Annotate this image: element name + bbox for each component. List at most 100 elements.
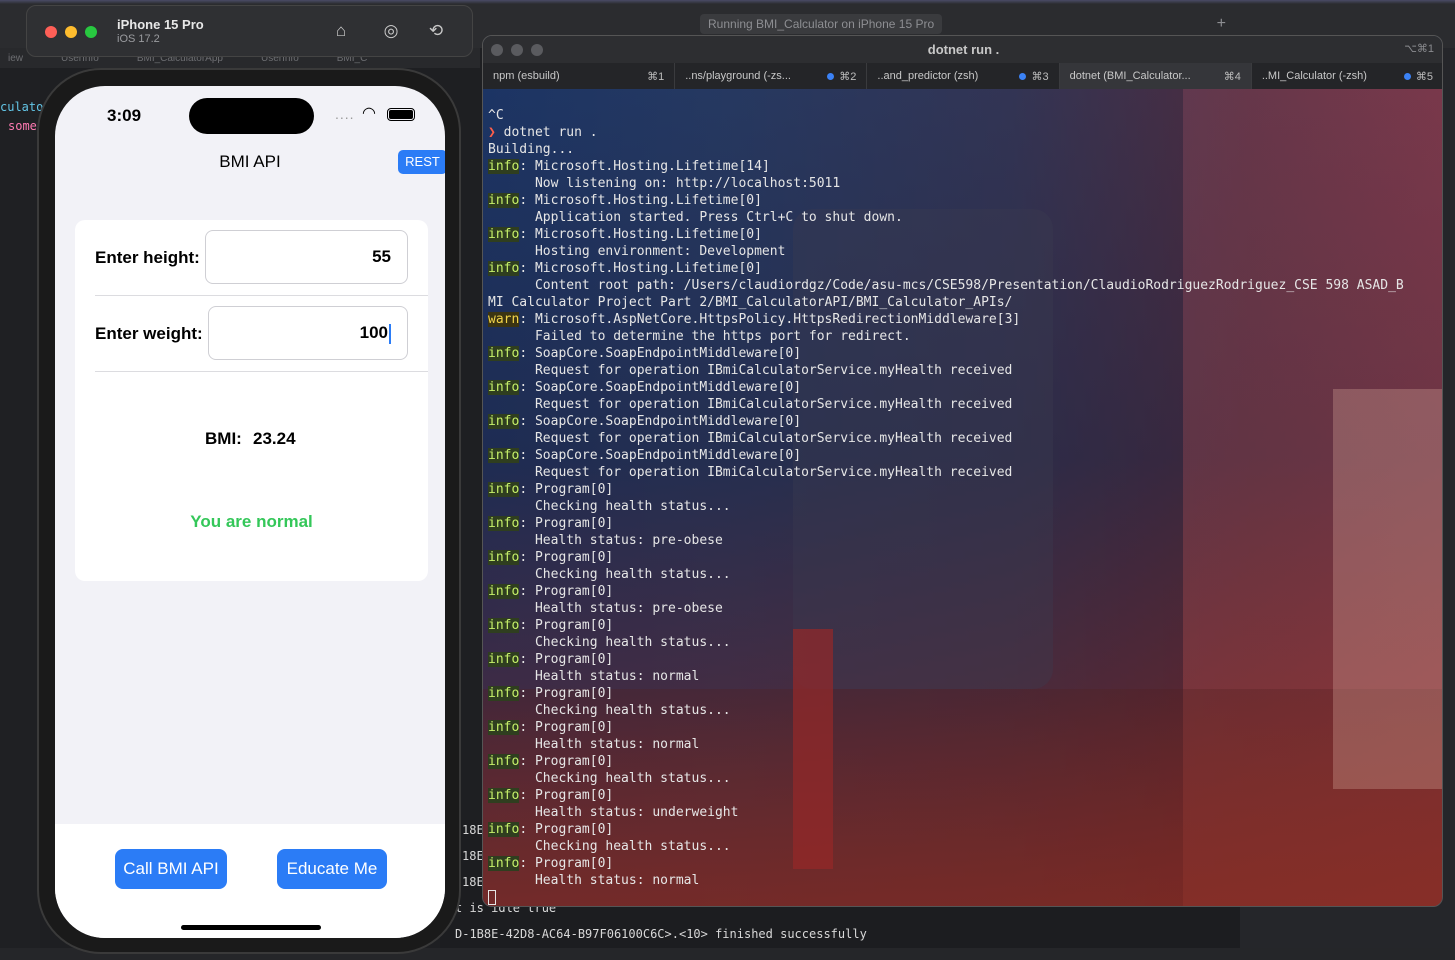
terminal-line — [488, 889, 1404, 906]
terminal-line: Checking health status... — [488, 703, 731, 718]
xcode-title-bar: Running BMI_Calculator on iPhone 15 Pro … — [470, 14, 1242, 34]
terminal-line: ❯ dotnet run . — [488, 125, 598, 140]
terminal-tab-label: ..ns/playground (-zs... — [685, 70, 791, 82]
log-level-badge: info — [488, 686, 520, 701]
terminal-tab-shortcut: ⌘2 — [839, 70, 857, 83]
terminal-line: info: Program[0] — [488, 754, 614, 769]
terminal-tab-shortcut: ⌘3 — [1031, 70, 1049, 83]
health-status-text: You are normal — [190, 512, 313, 531]
log-level-badge: info — [488, 193, 520, 208]
terminal-tab[interactable]: ..and_predictor (zsh) ⌘3 — [867, 63, 1060, 89]
minimize-window-button[interactable] — [65, 26, 77, 38]
terminal-line: info: SoapCore.SoapEndpointMiddleware[0] — [488, 380, 802, 395]
terminal-line: info: Program[0] — [488, 788, 614, 803]
rest-button[interactable]: REST — [398, 150, 445, 174]
terminal-line: Checking health status... — [488, 499, 731, 514]
terminal-line: Now listening on: http://localhost:5011 — [488, 176, 841, 191]
home-indicator[interactable] — [181, 925, 321, 930]
xcode-tab[interactable]: iew — [8, 53, 23, 64]
terminal-line: info: SoapCore.SoapEndpointMiddleware[0] — [488, 346, 802, 361]
terminal-line: Content root path: /Users/claudiordgz/Co… — [488, 278, 1404, 293]
terminal-line: info: Microsoft.Hosting.Lifetime[0] — [488, 261, 762, 276]
terminal-line: info: SoapCore.SoapEndpointMiddleware[0] — [488, 414, 802, 429]
terminal-line: info: Program[0] — [488, 856, 614, 871]
log-level-badge: info — [488, 720, 520, 735]
terminal-line: Health status: normal — [488, 669, 700, 684]
terminal-line: Checking health status... — [488, 771, 731, 786]
iphone-frame: 3:09 .... ◠ BMI API REST Enter height: 5… — [37, 68, 461, 954]
log-level-badge: info — [488, 346, 520, 361]
log-level-badge: info — [488, 482, 520, 497]
log-level-badge: info — [488, 584, 520, 599]
terminal-line: info: Program[0] — [488, 618, 614, 633]
bmi-form-card: Enter height: 55 Enter weight: 100 BMI: … — [75, 220, 428, 581]
code-fragment: culato — [0, 100, 44, 114]
bmi-label: BMI: — [205, 429, 242, 448]
home-icon[interactable]: ⌂ — [330, 20, 352, 42]
rotate-icon[interactable]: ⟲ — [425, 20, 447, 42]
zoom-window-button[interactable] — [85, 26, 97, 38]
simulator-titlebar: iPhone 15 Pro iOS 17.2 ⌂ ◎ ⟲ — [26, 5, 473, 57]
log-level-badge: info — [488, 618, 520, 633]
terminal-line: Checking health status... — [488, 839, 731, 854]
terminal-line: Checking health status... — [488, 567, 731, 582]
terminal-line: info: Microsoft.Hosting.Lifetime[14] — [488, 159, 770, 174]
add-tab-icon[interactable]: + — [1217, 15, 1226, 33]
terminal-line: Health status: normal — [488, 873, 700, 888]
terminal-line: info: Program[0] — [488, 516, 614, 531]
terminal-line: info: Program[0] — [488, 822, 614, 837]
zoom-window-button[interactable] — [531, 44, 543, 56]
terminal-line: Request for operation IBmiCalculatorServ… — [488, 431, 1013, 446]
bmi-value: 23.24 — [253, 429, 296, 448]
log-level-badge: info — [488, 856, 520, 871]
activity-dot-icon — [1403, 72, 1411, 80]
wifi-icon: ◠ — [362, 105, 376, 122]
terminal-tab-label: dotnet (BMI_Calculator... — [1069, 70, 1191, 82]
terminal-line: Request for operation IBmiCalculatorServ… — [488, 363, 1013, 378]
terminal-line: Application started. Press Ctrl+C to shu… — [488, 210, 903, 225]
battery-icon — [387, 108, 415, 121]
height-label: Enter height: — [95, 248, 200, 267]
close-window-button[interactable] — [491, 44, 503, 56]
terminal-tab[interactable]: npm (esbuild) ⌘1 — [483, 63, 676, 89]
terminal-line: info: Program[0] — [488, 584, 614, 599]
terminal-line: info: Microsoft.Hosting.Lifetime[0] — [488, 193, 762, 208]
terminal-body[interactable]: ^C ❯ dotnet run . Building... info: Microso… — [483, 89, 1442, 906]
prompt-chevron-icon: ❯ — [488, 125, 496, 140]
weight-input[interactable]: 100 — [208, 306, 408, 360]
close-window-button[interactable] — [45, 26, 57, 38]
divider — [95, 295, 428, 296]
terminal-line: Health status: normal — [488, 737, 700, 752]
terminal-tab-label: ..and_predictor (zsh) — [877, 70, 979, 82]
terminal-shortcut: ⌥⌘1 — [1404, 43, 1434, 55]
terminal-tab[interactable]: dotnet (BMI_Calculator... ⌘4 — [1059, 63, 1252, 89]
status-time: 3:09 — [107, 106, 142, 125]
log-level-badge: info — [488, 754, 520, 769]
screenshot-icon[interactable]: ◎ — [380, 20, 402, 42]
terminal-line: Hosting environment: Development — [488, 244, 786, 259]
terminal-line: info: SoapCore.SoapEndpointMiddleware[0] — [488, 448, 802, 463]
code-fragment: some — [8, 119, 37, 133]
xcode-run-status: Running BMI_Calculator on iPhone 15 Pro — [700, 14, 943, 34]
terminal-tab[interactable]: ..MI_Calculator (-zsh) ⌘5 — [1252, 63, 1442, 89]
terminal-line: info: Program[0] — [488, 652, 614, 667]
log-level-badge: warn — [488, 312, 520, 327]
minimize-window-button[interactable] — [511, 44, 523, 56]
xcode-top-edge — [0, 0, 1455, 4]
educate-me-button[interactable]: Educate Me — [277, 849, 387, 889]
terminal-tab[interactable]: ..ns/playground (-zs... ⌘2 — [675, 63, 868, 89]
log-level-badge: info — [488, 380, 520, 395]
terminal-output: ^C ❯ dotnet run . Building... info: Microso… — [488, 107, 1404, 906]
terminal-line: ^C — [488, 108, 504, 123]
log-level-badge: info — [488, 414, 520, 429]
terminal-cursor — [488, 890, 496, 905]
text-caret — [389, 323, 391, 344]
terminal-tab-shortcut: ⌘5 — [1415, 70, 1434, 83]
terminal-line: warn: Microsoft.AspNetCore.HttpsPolicy.H… — [488, 312, 1021, 327]
log-level-badge: info — [488, 788, 520, 803]
terminal-line: info: Program[0] — [488, 686, 614, 701]
simulator-device-name: iPhone 15 Pro — [117, 17, 204, 32]
terminal-line: Request for operation IBmiCalculatorServ… — [488, 465, 1013, 480]
height-input[interactable]: 55 — [205, 230, 408, 284]
call-bmi-api-button[interactable]: Call BMI API — [115, 849, 227, 889]
